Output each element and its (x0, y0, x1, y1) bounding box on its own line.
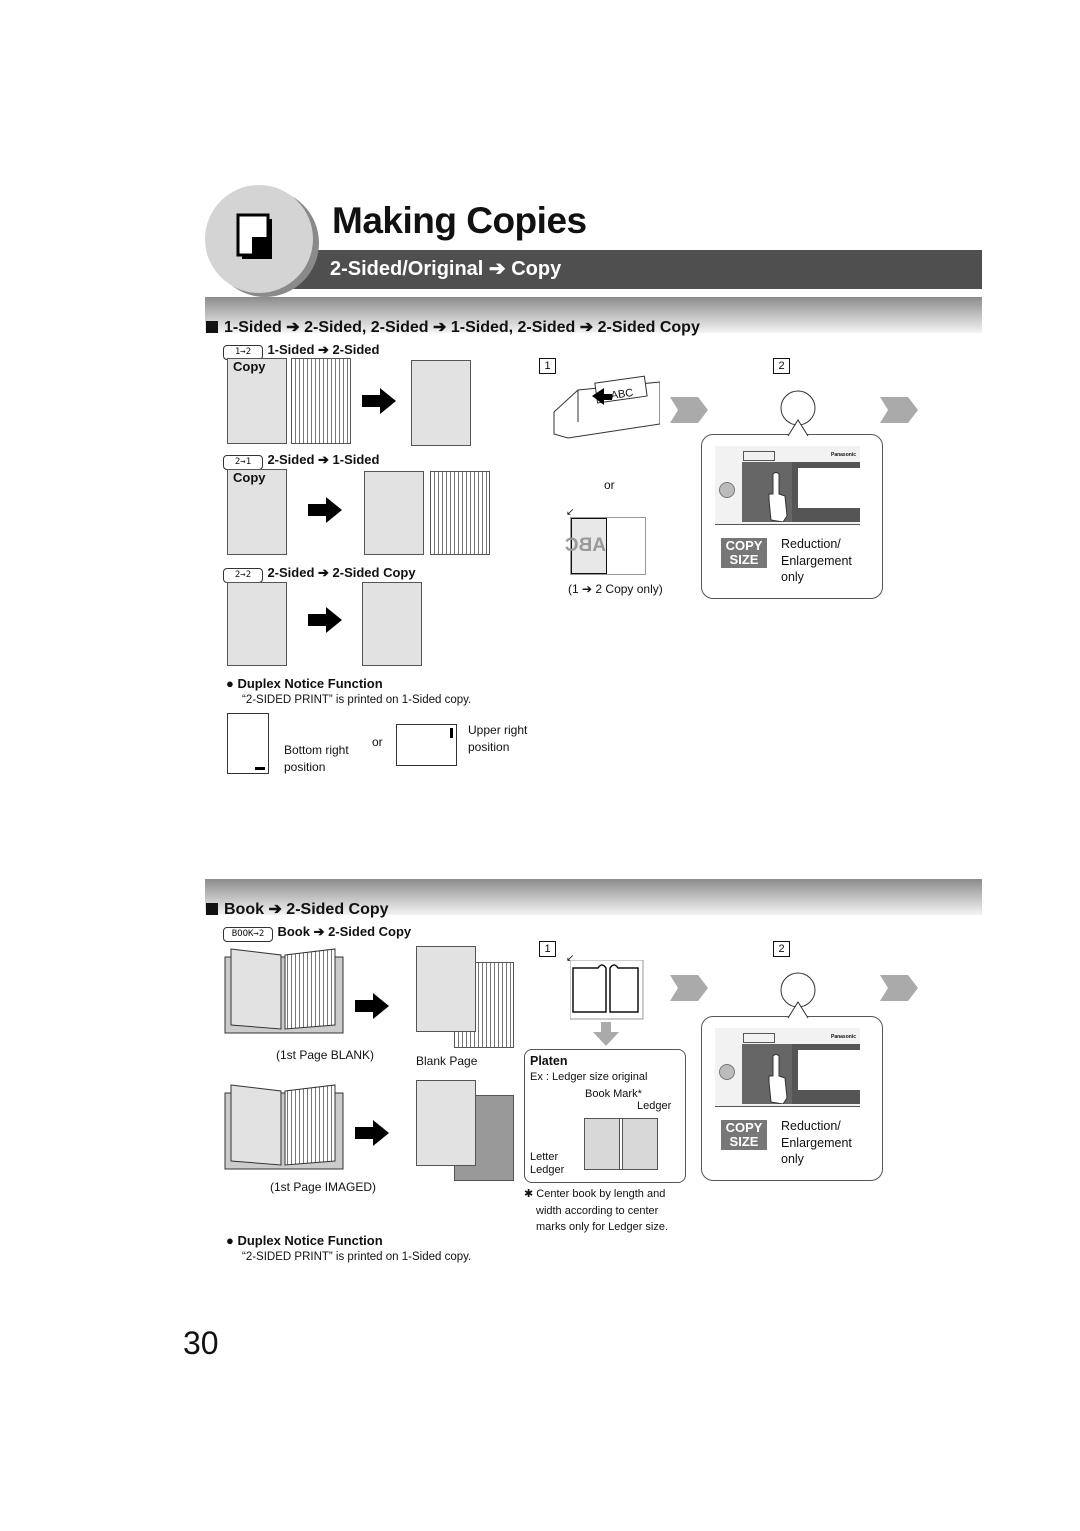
platen-abc: ABC (565, 518, 607, 574)
footnote: ✱ Center book by length and width accord… (524, 1188, 669, 1233)
pointing-hand-icon (768, 1054, 788, 1104)
original-page (227, 582, 287, 666)
result-page (362, 582, 422, 666)
platen-example: Ex : Ledger size original (530, 1071, 648, 1083)
step1-note: (1 ➔ 2 Copy only) (568, 582, 663, 596)
open-book-illustration (224, 1084, 344, 1170)
control-panel: Panasonic (715, 446, 860, 525)
result-front-page (416, 1080, 476, 1166)
zoom-callout-icon (780, 390, 816, 437)
result-page-back (430, 471, 490, 555)
duplex-notice-desc: “2-SIDED PRINT” is printed on 1-Sided co… (242, 694, 472, 706)
copy-document-icon (236, 213, 272, 259)
letter-label: Letter (530, 1151, 559, 1163)
duplex-notice-desc: “2-SIDED PRINT” is printed on 1-Sided co… (242, 1251, 472, 1263)
brand-label: Panasonic (830, 452, 856, 458)
open-book-illustration (224, 948, 344, 1034)
square-bullet-icon (206, 903, 218, 915)
caption-blank-page: Blank Page (416, 1054, 478, 1068)
mode-key[interactable]: BOOK→2 (223, 927, 273, 942)
copy-size-desc: Reduction/ Enlargement only (781, 1119, 852, 1166)
pointing-hand-icon (768, 472, 788, 522)
arrow-down-icon (593, 1022, 619, 1046)
position-label: position (468, 740, 510, 754)
section-title: 1-Sided ➔ 2-Sided, 2-Sided ➔ 1-Sided, 2-… (206, 317, 700, 337)
platen-diagram (584, 1118, 658, 1170)
mode-2to1-label: 2→1 2-Sided ➔ 1-Sided (223, 451, 379, 470)
display-frame (792, 1044, 860, 1104)
step-number: 2 (773, 941, 790, 957)
arrow-right-icon (308, 607, 342, 633)
or-label: or (604, 478, 615, 492)
power-button[interactable] (719, 1064, 735, 1080)
position-label: position (284, 760, 326, 774)
bottom-right-label: Bottom right (284, 743, 349, 757)
page-title: Making Copies (332, 200, 587, 241)
power-button[interactable] (719, 482, 735, 498)
ledger-label: Ledger (637, 1100, 672, 1112)
zoom-callout-icon (780, 972, 816, 1019)
step-number: 2 (773, 358, 790, 374)
page-subtitle: 2-Sided/Original ➔ Copy (330, 258, 562, 280)
ledger-label: Ledger (530, 1164, 565, 1176)
arrow-right-icon (355, 1120, 389, 1146)
book-on-platen-illustration (570, 960, 644, 1020)
book-mark-label: Book Mark* (585, 1088, 642, 1100)
portrait-sample (227, 713, 269, 774)
duplex-notice-title: ● Duplex Notice Function (226, 676, 383, 691)
copy-size-desc: Reduction/ Enlargement only (781, 537, 852, 584)
copy-label: Copy (233, 359, 266, 374)
square-bullet-icon (206, 321, 218, 333)
caption-imaged: (1st Page IMAGED) (270, 1180, 377, 1194)
caption-blank: (1st Page BLANK) (276, 1048, 375, 1062)
panel-indicator (743, 451, 775, 461)
section-title: Book ➔ 2-Sided Copy (206, 899, 389, 919)
adf-feeder-illustration: ABC (553, 375, 660, 439)
mode-key[interactable]: 2→1 (223, 455, 263, 470)
mode-2to2-label: 2→2 2-Sided ➔ 2-Sided Copy (223, 564, 416, 583)
platen-glass: ABC (565, 517, 646, 575)
mode-book-label: BOOK→2 Book ➔ 2-Sided Copy (223, 923, 411, 942)
platen-title: Platen (530, 1054, 568, 1068)
control-panel: Panasonic (715, 1028, 860, 1107)
display-frame (792, 462, 860, 522)
panel-indicator (743, 1033, 775, 1043)
result-front-page (416, 946, 476, 1032)
duplex-notice-title: ● Duplex Notice Function (226, 1233, 383, 1248)
copy-label: Copy (233, 470, 266, 485)
mode-key[interactable]: 2→2 (223, 568, 263, 583)
arrow-right-icon (308, 497, 342, 523)
chevron-right-icon (670, 975, 708, 1001)
copy-size-button[interactable]: COPY SIZE (721, 538, 767, 568)
copy-size-button[interactable]: COPY SIZE (721, 1120, 767, 1150)
chevron-right-icon (880, 397, 918, 423)
result-page (411, 360, 471, 446)
original-back-page (291, 358, 351, 444)
arrow-right-icon (362, 388, 396, 414)
page-number: 30 (183, 1325, 219, 1361)
arrow-right-icon (355, 993, 389, 1019)
landscape-sample (396, 724, 457, 766)
brand-label: Panasonic (830, 1034, 856, 1040)
chevron-right-icon (880, 975, 918, 1001)
or-label: or (372, 735, 383, 749)
step-number: 1 (539, 941, 556, 957)
result-page-front (364, 471, 424, 555)
chevron-right-icon (670, 397, 708, 423)
upper-right-label: Upper right (468, 723, 528, 737)
